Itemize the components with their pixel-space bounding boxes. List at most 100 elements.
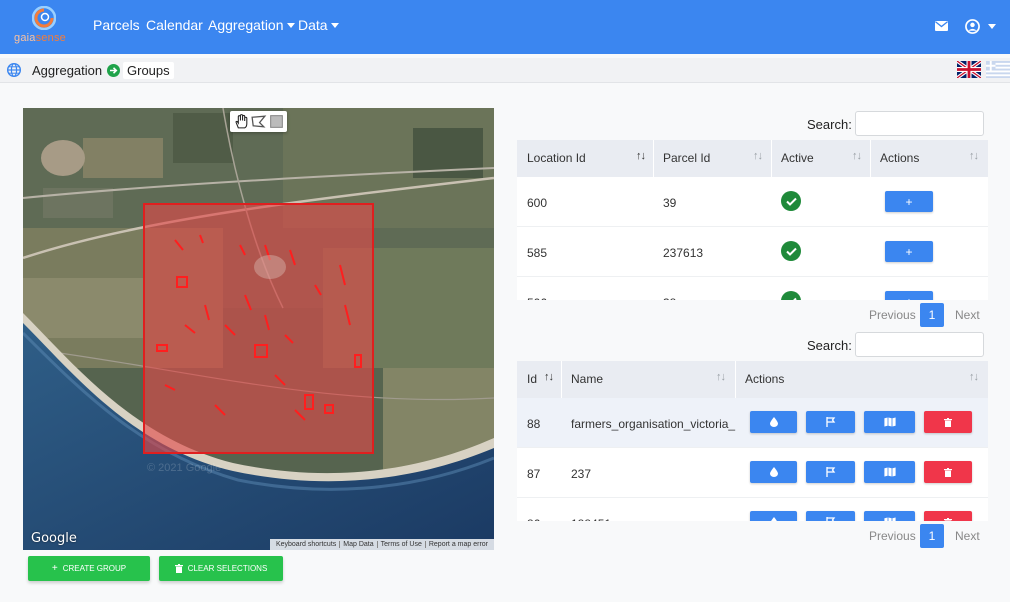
map-icon: [883, 417, 896, 427]
parcel-id-cell: 39: [663, 196, 677, 210]
hand-pan-icon[interactable]: [233, 113, 250, 130]
add-location-button[interactable]: +: [885, 191, 933, 212]
sort-icon[interactable]: ↑↓: [753, 150, 763, 162]
active-check-icon: [781, 241, 801, 261]
sort-icon[interactable]: ↑↓: [716, 371, 726, 383]
nav-aggregation[interactable]: Aggregation: [208, 17, 295, 33]
flag-button[interactable]: [806, 411, 855, 433]
active-check-icon: [781, 191, 801, 211]
col-location-id[interactable]: Location Id: [527, 151, 586, 165]
parcel-outlines: [156, 234, 362, 421]
col-actions[interactable]: Actions: [880, 151, 919, 165]
caret-down-icon: [988, 24, 996, 29]
terms-of-use-link[interactable]: Terms of Use: [376, 541, 425, 548]
flag-button[interactable]: [806, 461, 855, 483]
delete-group-button[interactable]: [924, 411, 972, 433]
table-row: 506 38 +: [517, 277, 988, 300]
add-location-button[interactable]: +: [885, 241, 933, 262]
col-actions[interactable]: Actions: [745, 372, 784, 386]
locations-previous-link[interactable]: Previous: [869, 308, 916, 322]
groups-search-input[interactable]: [855, 332, 984, 357]
create-group-button[interactable]: + CREATE GROUP: [28, 556, 150, 581]
flag-icon: [825, 417, 835, 427]
sort-icon[interactable]: ↑↓: [852, 150, 862, 162]
map-data-link[interactable]: Map Data: [339, 541, 377, 548]
groups-previous-link[interactable]: Previous: [869, 529, 916, 543]
parcel-map-button[interactable]: [864, 511, 915, 521]
water-drop-button[interactable]: [750, 461, 797, 483]
trash-icon: [944, 517, 952, 521]
sort-icon[interactable]: ↑↓: [636, 150, 646, 162]
water-drop-icon: [769, 467, 778, 477]
locations-next-link[interactable]: Next: [955, 308, 980, 322]
col-active[interactable]: Active: [781, 151, 814, 165]
groups-next-link[interactable]: Next: [955, 529, 980, 543]
table-row: 88 farmers_organisation_victoria_: [517, 398, 988, 448]
clear-selections-button[interactable]: CLEAR SELECTIONS: [159, 556, 283, 581]
col-parcel-id[interactable]: Parcel Id: [663, 151, 710, 165]
table-row: 87 237: [517, 448, 988, 498]
breadcrumb: Aggregation Groups: [0, 58, 1010, 83]
add-location-button[interactable]: +: [885, 291, 933, 300]
breadcrumb-aggregation[interactable]: Aggregation: [32, 63, 102, 78]
location-id-cell: 600: [527, 196, 548, 210]
caret-down-icon: [330, 22, 339, 28]
sort-icon[interactable]: ↑↓: [969, 150, 979, 162]
water-drop-icon: [770, 517, 777, 521]
water-drop-button[interactable]: [750, 411, 797, 433]
groups-table: Id ↑↓ Name ↑↓ Actions ↑↓ 88 farmers_orga…: [517, 361, 988, 521]
sort-icon[interactable]: ↑↓: [544, 371, 554, 383]
map-icon: [883, 517, 896, 521]
sort-icon[interactable]: ↑↓: [969, 371, 979, 383]
column-divider: [653, 140, 654, 177]
column-divider: [771, 140, 772, 177]
column-divider: [870, 140, 871, 177]
locations-search-input[interactable]: [855, 111, 984, 136]
keyboard-shortcuts-link[interactable]: Keyboard shortcuts: [273, 541, 339, 548]
satellite-map[interactable]: © 2021 Google Google Keyboard shortcuts …: [23, 108, 494, 550]
brand-logo[interactable]: gaiasense: [14, 6, 74, 46]
nav-aggregation-label: Aggregation: [208, 17, 284, 33]
nav-parcels[interactable]: Parcels: [93, 17, 140, 33]
plus-icon: +: [51, 563, 58, 574]
parcel-map-button[interactable]: [864, 411, 915, 433]
flag-icon: [825, 467, 835, 477]
report-map-error-link[interactable]: Report a map error: [424, 541, 491, 548]
water-drop-button[interactable]: [750, 511, 797, 521]
selection-rectangle[interactable]: [143, 203, 374, 454]
locations-table-header: Location Id ↑↓ Parcel Id ↑↓ Active ↑↓ Ac…: [517, 140, 988, 177]
globe-icon: [7, 63, 21, 77]
user-circle-icon: [965, 19, 980, 34]
nav-data[interactable]: Data: [298, 17, 339, 33]
polygon-draw-icon[interactable]: [250, 113, 267, 130]
groups-page-1[interactable]: 1: [920, 524, 944, 548]
parcel-id-cell: 237613: [663, 246, 704, 260]
flag-button[interactable]: [806, 511, 855, 521]
col-name[interactable]: Name: [571, 372, 603, 386]
arrow-right-circle-icon: [107, 64, 120, 77]
caret-down-icon: [286, 22, 295, 28]
table-row: 585 237613 +: [517, 227, 988, 277]
location-id-cell: 506: [527, 296, 547, 300]
nav-calendar[interactable]: Calendar: [146, 17, 203, 33]
parcel-map-button[interactable]: [864, 461, 915, 483]
breadcrumb-groups: Groups: [123, 62, 174, 79]
map-watermark: © 2021 Google: [147, 462, 222, 474]
rectangle-draw-icon[interactable]: [268, 113, 285, 130]
map-icon: [883, 467, 896, 477]
user-menu[interactable]: [965, 19, 996, 35]
delete-group-button[interactable]: [924, 511, 972, 521]
envelope-icon[interactable]: [935, 21, 948, 31]
column-divider: [561, 361, 562, 398]
brand-wordmark: gaiasense: [14, 32, 66, 44]
map-attribution: Keyboard shortcuts Map Data Terms of Use Re…: [269, 539, 494, 550]
delete-group-button[interactable]: [924, 461, 972, 483]
greek-flag-icon[interactable]: [986, 61, 1010, 78]
location-id-cell: 585: [527, 246, 548, 260]
google-logo[interactable]: Google: [31, 531, 77, 546]
col-id[interactable]: Id: [527, 372, 537, 386]
parcel-id-cell: 38: [663, 296, 676, 300]
locations-page-1[interactable]: 1: [920, 303, 944, 327]
uk-flag-icon[interactable]: [957, 61, 981, 78]
table-row: 600 39 +: [517, 177, 988, 227]
